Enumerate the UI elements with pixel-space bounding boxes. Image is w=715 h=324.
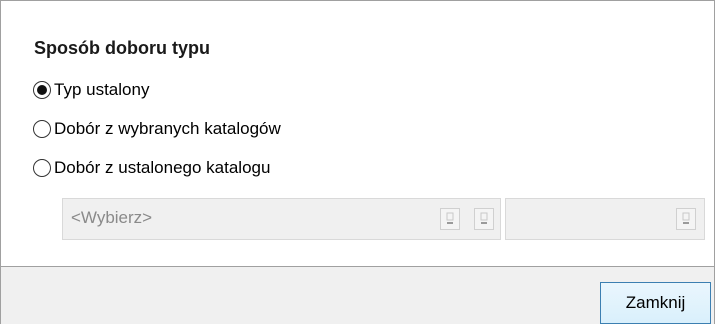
footer-divider — [0, 266, 715, 267]
radio-label: Typ ustalony — [54, 80, 150, 99]
radio-dobor-z-ustalonego-katalogu[interactable]: Dobór z ustalonego katalogu — [33, 158, 270, 178]
radio-dobor-z-wybranych-katalogow[interactable]: Dobór z wybranych katalogów — [33, 119, 281, 139]
catalog-browse-icon[interactable] — [474, 208, 494, 230]
section-title: Sposób doboru typu — [34, 38, 210, 58]
close-button[interactable]: Zamknij — [600, 282, 711, 324]
secondary-dropdown-icon[interactable] — [676, 208, 696, 230]
radio-dot — [37, 85, 47, 95]
catalog-dropdown-icon[interactable] — [440, 208, 460, 230]
catalog-combobox[interactable]: <Wybierz> — [62, 198, 501, 240]
radio-button[interactable] — [33, 159, 51, 177]
radio-typ-ustalony[interactable]: Typ ustalony — [33, 80, 149, 100]
radio-button[interactable] — [33, 120, 51, 138]
radio-button-selected[interactable] — [33, 81, 51, 99]
secondary-combobox[interactable] — [505, 198, 705, 240]
radio-label: Dobór z wybranych katalogów — [54, 119, 281, 138]
catalog-combobox-placeholder: <Wybierz> — [71, 208, 153, 227]
radio-label: Dobór z ustalonego katalogu — [54, 158, 271, 177]
